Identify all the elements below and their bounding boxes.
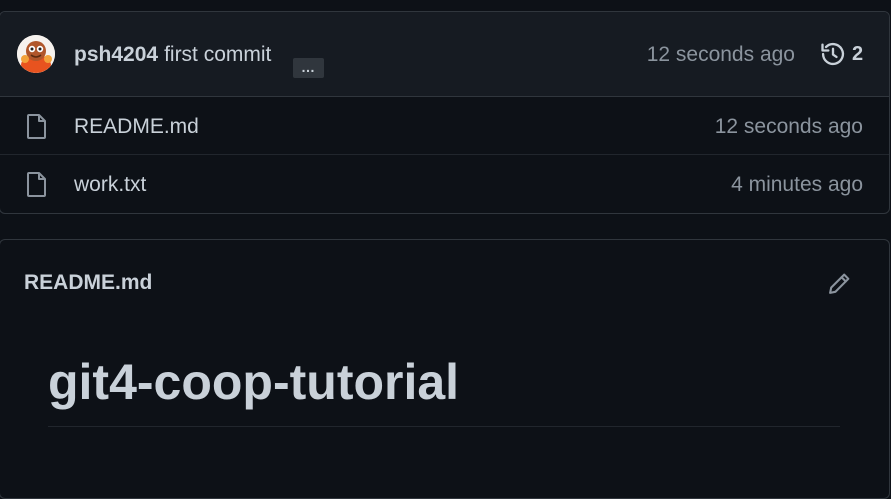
commit-author-link[interactable]: psh4204 xyxy=(74,43,158,66)
commit-time: 12 seconds ago xyxy=(646,43,795,66)
file-browser: psh4204 first commit … 12 seconds ago 2 R… xyxy=(0,11,890,214)
avatar[interactable] xyxy=(17,35,55,73)
file-icon xyxy=(27,172,46,197)
file-row[interactable]: README.md 12 seconds ago xyxy=(0,97,889,155)
file-row[interactable]: work.txt 4 minutes ago xyxy=(0,155,889,213)
file-name-link[interactable]: work.txt xyxy=(74,172,146,198)
readme-panel: README.md git4-coop-tutorial xyxy=(0,239,890,499)
commit-message-link[interactable]: first commit xyxy=(164,43,271,66)
file-last-modified: 4 minutes ago xyxy=(731,173,863,196)
file-name-link[interactable]: README.md xyxy=(74,114,199,140)
commit-summary: psh4204 first commit xyxy=(74,42,271,68)
readme-heading: git4-coop-tutorial xyxy=(48,354,460,410)
commit-expand-button[interactable]: … xyxy=(293,58,324,78)
heading-divider xyxy=(48,426,840,427)
readme-title: README.md xyxy=(24,271,153,294)
history-icon xyxy=(821,42,845,66)
commit-count: 2 xyxy=(852,42,864,65)
pencil-icon[interactable] xyxy=(827,271,852,296)
file-icon xyxy=(27,114,46,139)
commit-history-link[interactable]: 2 xyxy=(819,40,863,68)
file-last-modified: 12 seconds ago xyxy=(714,115,863,138)
latest-commit-bar: psh4204 first commit … 12 seconds ago 2 xyxy=(0,12,889,97)
